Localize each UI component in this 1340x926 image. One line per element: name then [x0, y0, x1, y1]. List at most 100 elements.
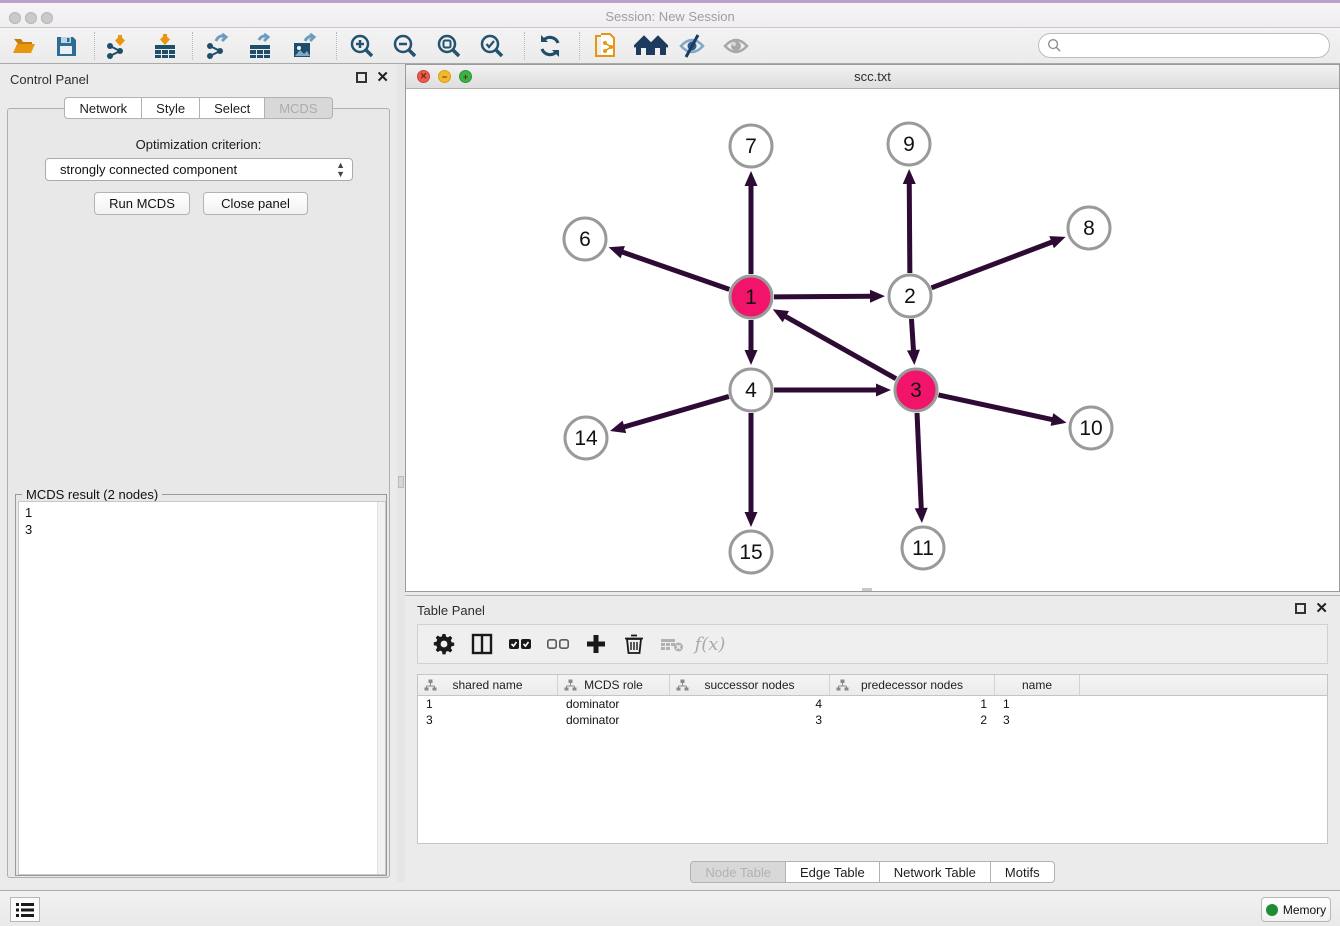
column-header-label: predecessor nodes	[861, 678, 963, 692]
zoom-fit-icon[interactable]	[436, 33, 462, 59]
mcds-panel: Optimization criterion: strongly connect…	[7, 108, 390, 878]
table-cell[interactable]: 3	[418, 712, 558, 728]
column-header-name[interactable]: name	[995, 675, 1080, 695]
delete-table-icon[interactable]	[660, 632, 684, 656]
graph-edge-2-8[interactable]	[932, 241, 1055, 288]
splitter-handle[interactable]	[398, 476, 404, 488]
mcds-result-list: 13	[18, 501, 386, 875]
mcds-result-item: 1	[25, 504, 385, 521]
tab-network-table[interactable]: Network Table	[880, 861, 991, 883]
select-all-checks-icon[interactable]	[508, 632, 532, 656]
network-view-window: ✕ − + scc.txt 7968124314101511	[405, 64, 1340, 592]
graph-edge-2-3[interactable]	[911, 319, 913, 353]
graph-arrowhead	[1049, 236, 1065, 248]
toolbar-separator	[192, 32, 193, 60]
tab-mcds[interactable]: MCDS	[265, 97, 332, 119]
graph-edge-2-9[interactable]	[909, 181, 910, 273]
table-body: 1dominator4113dominator323	[418, 696, 1327, 728]
delete-column-icon[interactable]	[622, 632, 646, 656]
task-history-button[interactable]	[10, 897, 40, 922]
gear-icon[interactable]	[432, 632, 456, 656]
close-table-panel-icon[interactable]: ✕	[1315, 603, 1328, 614]
tree-column-icon	[424, 679, 437, 691]
home-layout-icon[interactable]	[634, 33, 668, 59]
tab-edge-table[interactable]: Edge Table	[786, 861, 880, 883]
table-cell[interactable]: 3	[670, 712, 830, 728]
graph-edge-3-10[interactable]	[938, 395, 1054, 420]
tab-motifs[interactable]: Motifs	[991, 861, 1055, 883]
graph-node-label: 14	[574, 427, 598, 450]
deselect-checks-icon[interactable]	[546, 632, 570, 656]
zoom-in-icon[interactable]	[349, 33, 375, 59]
canvas-resize-nub[interactable]	[862, 588, 872, 591]
hide-selected-icon[interactable]	[679, 33, 705, 59]
network-canvas[interactable]: 7968124314101511	[406, 89, 1339, 591]
toolbar-separator	[94, 32, 95, 60]
vertical-splitter[interactable]	[397, 64, 405, 882]
close-panel-button[interactable]: Close panel	[203, 192, 308, 215]
graph-edge-1-6[interactable]	[620, 251, 729, 289]
column-header-shared-name[interactable]: shared name	[418, 675, 558, 695]
add-column-icon[interactable]	[584, 632, 608, 656]
refresh-view-icon[interactable]	[537, 33, 563, 59]
network-window-title: scc.txt	[406, 69, 1339, 84]
graph-edge-4-14[interactable]	[622, 396, 729, 427]
toolbar-separator	[579, 32, 580, 60]
graph-arrowhead	[907, 350, 920, 365]
save-session-icon[interactable]	[53, 33, 79, 59]
zoom-selected-icon[interactable]	[479, 33, 505, 59]
graph-edge-3-1[interactable]	[783, 315, 896, 379]
tab-network[interactable]: Network	[64, 97, 142, 119]
search-input[interactable]	[1062, 36, 1329, 56]
table-cell[interactable]: 4	[670, 696, 830, 712]
import-network-icon[interactable]	[104, 33, 130, 59]
mcds-result-item: 3	[25, 521, 385, 538]
column-header-MCDS-role[interactable]: MCDS role	[558, 675, 670, 695]
open-folder-icon[interactable]	[11, 33, 37, 59]
table-cell[interactable]: 3	[995, 712, 1080, 728]
clone-network-icon[interactable]	[592, 33, 618, 59]
memory-button[interactable]: Memory	[1261, 897, 1331, 922]
graph-arrowhead	[1051, 413, 1067, 426]
graph-edge-3-11[interactable]	[917, 413, 921, 511]
graph-edge-1-2[interactable]	[774, 296, 873, 297]
graph-node-label: 11	[912, 537, 934, 560]
control-panel-header: Control Panel ✕	[0, 64, 397, 94]
table-cell[interactable]: 1	[418, 696, 558, 712]
table-panel-title: Table Panel	[417, 603, 485, 618]
tree-column-icon	[836, 679, 849, 691]
table-cell[interactable]: 1	[830, 696, 995, 712]
network-graph: 7968124314101511	[406, 89, 1339, 591]
graph-arrowhead	[915, 508, 928, 523]
float-panel-icon[interactable]	[356, 72, 367, 83]
search-box	[1038, 33, 1330, 58]
zoom-out-icon[interactable]	[392, 33, 418, 59]
import-table-icon[interactable]	[152, 33, 178, 59]
list-icon	[16, 902, 34, 918]
table-cell[interactable]: dominator	[558, 696, 670, 712]
table-row[interactable]: 1dominator411	[418, 696, 1327, 712]
table-cell[interactable]: 2	[830, 712, 995, 728]
export-network-icon[interactable]	[204, 33, 230, 59]
function-builder-icon[interactable]: f(x)	[698, 632, 722, 656]
criterion-select[interactable]: strongly connected component ▲▼	[45, 158, 353, 181]
result-scrollbar[interactable]	[377, 502, 385, 874]
float-table-panel-icon[interactable]	[1295, 603, 1306, 614]
show-all-icon[interactable]	[723, 33, 749, 59]
column-split-icon[interactable]	[470, 632, 494, 656]
tab-select[interactable]: Select	[200, 97, 265, 119]
run-mcds-button[interactable]: Run MCDS	[94, 192, 190, 215]
table-cell[interactable]: dominator	[558, 712, 670, 728]
table-row[interactable]: 3dominator323	[418, 712, 1327, 728]
graph-node-label: 6	[579, 228, 591, 251]
table-cell[interactable]: 1	[995, 696, 1080, 712]
node-table: shared name MCDS rolesuccessor nodes prede…	[417, 674, 1328, 844]
export-image-icon[interactable]	[292, 33, 318, 59]
close-panel-icon[interactable]: ✕	[376, 72, 389, 83]
column-header-predecessor-nodes[interactable]: predecessor nodes	[830, 675, 995, 695]
tab-style[interactable]: Style	[142, 97, 200, 119]
export-table-icon[interactable]	[247, 33, 273, 59]
tab-node-table[interactable]: Node Table	[690, 861, 786, 883]
column-header-label: shared name	[452, 678, 522, 692]
column-header-successor-nodes[interactable]: successor nodes	[670, 675, 830, 695]
